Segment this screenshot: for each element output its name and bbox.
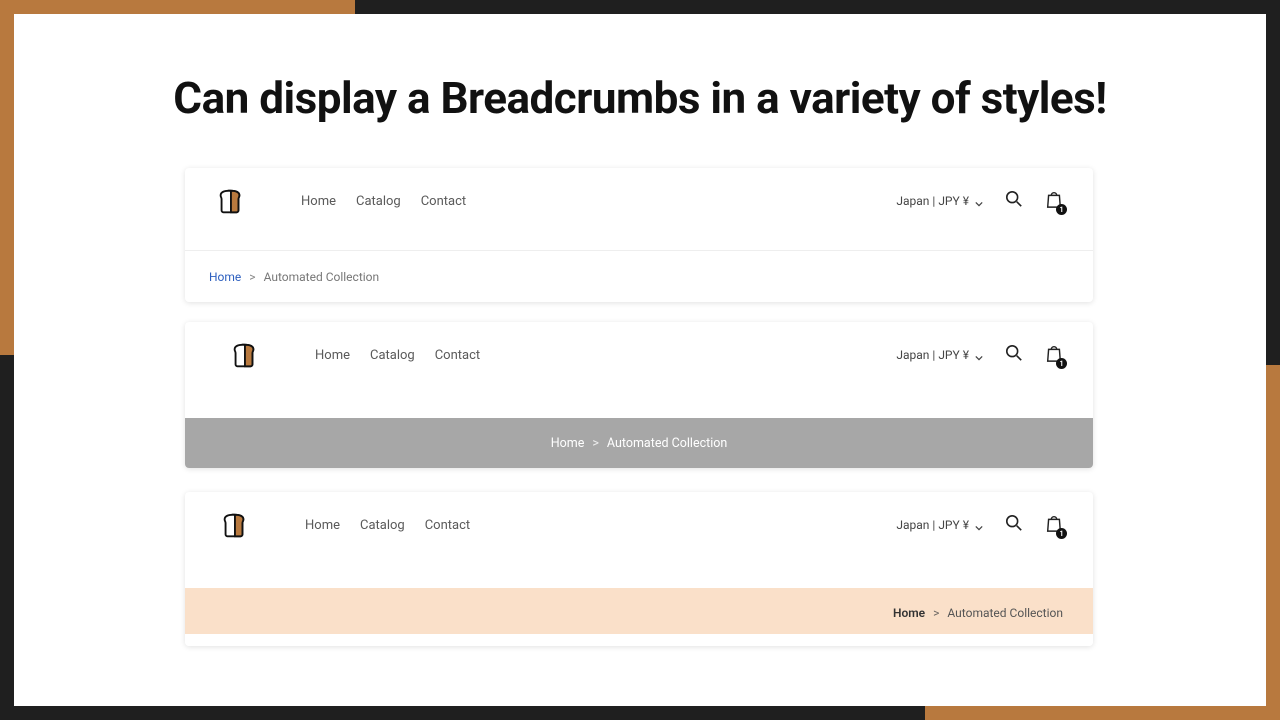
search-icon[interactable] bbox=[1005, 344, 1023, 366]
bread-logo-icon bbox=[219, 510, 249, 540]
nav-links: Home Catalog Contact bbox=[301, 194, 466, 209]
bread-logo-icon bbox=[215, 186, 245, 216]
nav-link-contact[interactable]: Contact bbox=[421, 194, 466, 209]
nav-link-catalog[interactable]: Catalog bbox=[370, 348, 415, 363]
search-icon[interactable] bbox=[1005, 514, 1023, 536]
cart-button[interactable]: 1 bbox=[1045, 189, 1063, 213]
nav-link-catalog[interactable]: Catalog bbox=[356, 194, 401, 209]
nav-link-contact[interactable]: Contact bbox=[425, 518, 470, 533]
chevron-down-icon bbox=[975, 351, 983, 359]
breadcrumb-style-2: Home > Automated Collection bbox=[185, 418, 1093, 468]
slide: Can display a Breadcrumbs in a variety o… bbox=[14, 14, 1266, 706]
locale-label: Japan | JPY ¥ bbox=[896, 348, 969, 362]
breadcrumb-separator: > bbox=[249, 270, 255, 284]
bread-logo-icon bbox=[229, 340, 259, 370]
breadcrumb-home[interactable]: Home bbox=[551, 436, 585, 451]
nav-link-catalog[interactable]: Catalog bbox=[360, 518, 405, 533]
search-icon[interactable] bbox=[1005, 190, 1023, 212]
breadcrumb-style-1: Home > Automated Collection bbox=[185, 250, 1093, 302]
locale-label: Japan | JPY ¥ bbox=[896, 194, 969, 208]
locale-selector[interactable]: Japan | JPY ¥ bbox=[896, 518, 983, 532]
navbar: Home Catalog Contact Japan | JPY ¥ bbox=[185, 322, 1093, 388]
example-card-1: Home Catalog Contact Japan | JPY ¥ bbox=[185, 168, 1093, 302]
breadcrumb-home[interactable]: Home bbox=[893, 606, 925, 620]
locale-label: Japan | JPY ¥ bbox=[896, 518, 969, 532]
breadcrumb-separator: > bbox=[933, 606, 939, 620]
navbar: Home Catalog Contact Japan | JPY ¥ bbox=[185, 492, 1093, 558]
locale-selector[interactable]: Japan | JPY ¥ bbox=[896, 194, 983, 208]
cart-count-badge: 1 bbox=[1056, 528, 1067, 539]
cart-count-badge: 1 bbox=[1056, 358, 1067, 369]
navbar: Home Catalog Contact Japan | JPY ¥ bbox=[185, 168, 1093, 234]
cart-button[interactable]: 1 bbox=[1045, 343, 1063, 367]
nav-link-home[interactable]: Home bbox=[305, 518, 340, 533]
cart-count-badge: 1 bbox=[1056, 204, 1067, 215]
outer-frame: Can display a Breadcrumbs in a variety o… bbox=[0, 0, 1280, 720]
example-card-2: Home Catalog Contact Japan | JPY ¥ bbox=[185, 322, 1093, 468]
breadcrumb-home[interactable]: Home bbox=[209, 270, 241, 284]
breadcrumb-current: Automated Collection bbox=[264, 270, 380, 284]
breadcrumb-current: Automated Collection bbox=[947, 606, 1063, 620]
nav-links: Home Catalog Contact bbox=[315, 348, 480, 363]
breadcrumb-style-3: Home > Automated Collection bbox=[185, 588, 1093, 638]
nav-links: Home Catalog Contact bbox=[305, 518, 470, 533]
chevron-down-icon bbox=[975, 197, 983, 205]
example-card-3: Home Catalog Contact Japan | JPY ¥ bbox=[185, 492, 1093, 646]
locale-selector[interactable]: Japan | JPY ¥ bbox=[896, 348, 983, 362]
breadcrumb-current: Automated Collection bbox=[607, 436, 727, 451]
slide-heading: Can display a Breadcrumbs in a variety o… bbox=[14, 72, 1266, 124]
cart-button[interactable]: 1 bbox=[1045, 513, 1063, 537]
breadcrumb-separator: > bbox=[592, 436, 599, 451]
nav-link-home[interactable]: Home bbox=[315, 348, 350, 363]
nav-link-contact[interactable]: Contact bbox=[435, 348, 480, 363]
nav-link-home[interactable]: Home bbox=[301, 194, 336, 209]
chevron-down-icon bbox=[975, 521, 983, 529]
